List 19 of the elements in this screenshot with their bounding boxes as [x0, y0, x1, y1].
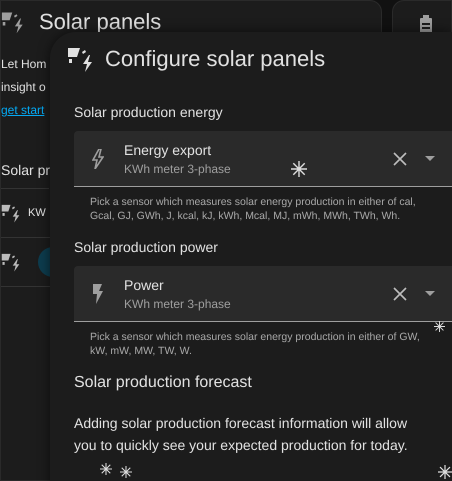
description-text: Adding solar production forecast information will allow you to quickly see your expected production for today. — [74, 414, 409, 455]
entity-picker-field[interactable]: Energy export KWh meter 3-phase — [74, 131, 452, 187]
get-started-link[interactable]: get start — [1, 99, 44, 122]
description-text: Let Hom — [1, 56, 46, 73]
description-text: insight o — [1, 79, 46, 96]
entity-name: KW — [28, 207, 46, 219]
helper-text: Pick a sensor which measures solar energy production in either of cal, Gcal, GJ, GWh, J, kcal, kJ, kWh, Mcal, MJ, mWh, MWh, TWh, Wh. — [89, 195, 417, 223]
field-secondary-text: KWh meter 3-phase — [124, 162, 231, 176]
section-title: Solar pr — [1, 152, 49, 189]
dialog-title: Configure solar panels — [105, 46, 326, 72]
helper-text: Pick a sensor which measures solar energy production in either of GW, kW, mW, MW, TW, W. — [89, 330, 421, 358]
card-title: Solar panels — [39, 8, 162, 34]
field-value: Power — [124, 276, 164, 292]
section-heading: Solar production energy — [74, 104, 224, 120]
section-heading: Solar production forecast — [74, 374, 253, 392]
field-value: Energy export — [124, 142, 212, 158]
entity-picker-field[interactable]: Power KWh meter 3-phase — [74, 266, 452, 322]
field-secondary-text: KWh meter 3-phase — [124, 296, 231, 310]
section-heading: Solar production power — [74, 239, 219, 255]
